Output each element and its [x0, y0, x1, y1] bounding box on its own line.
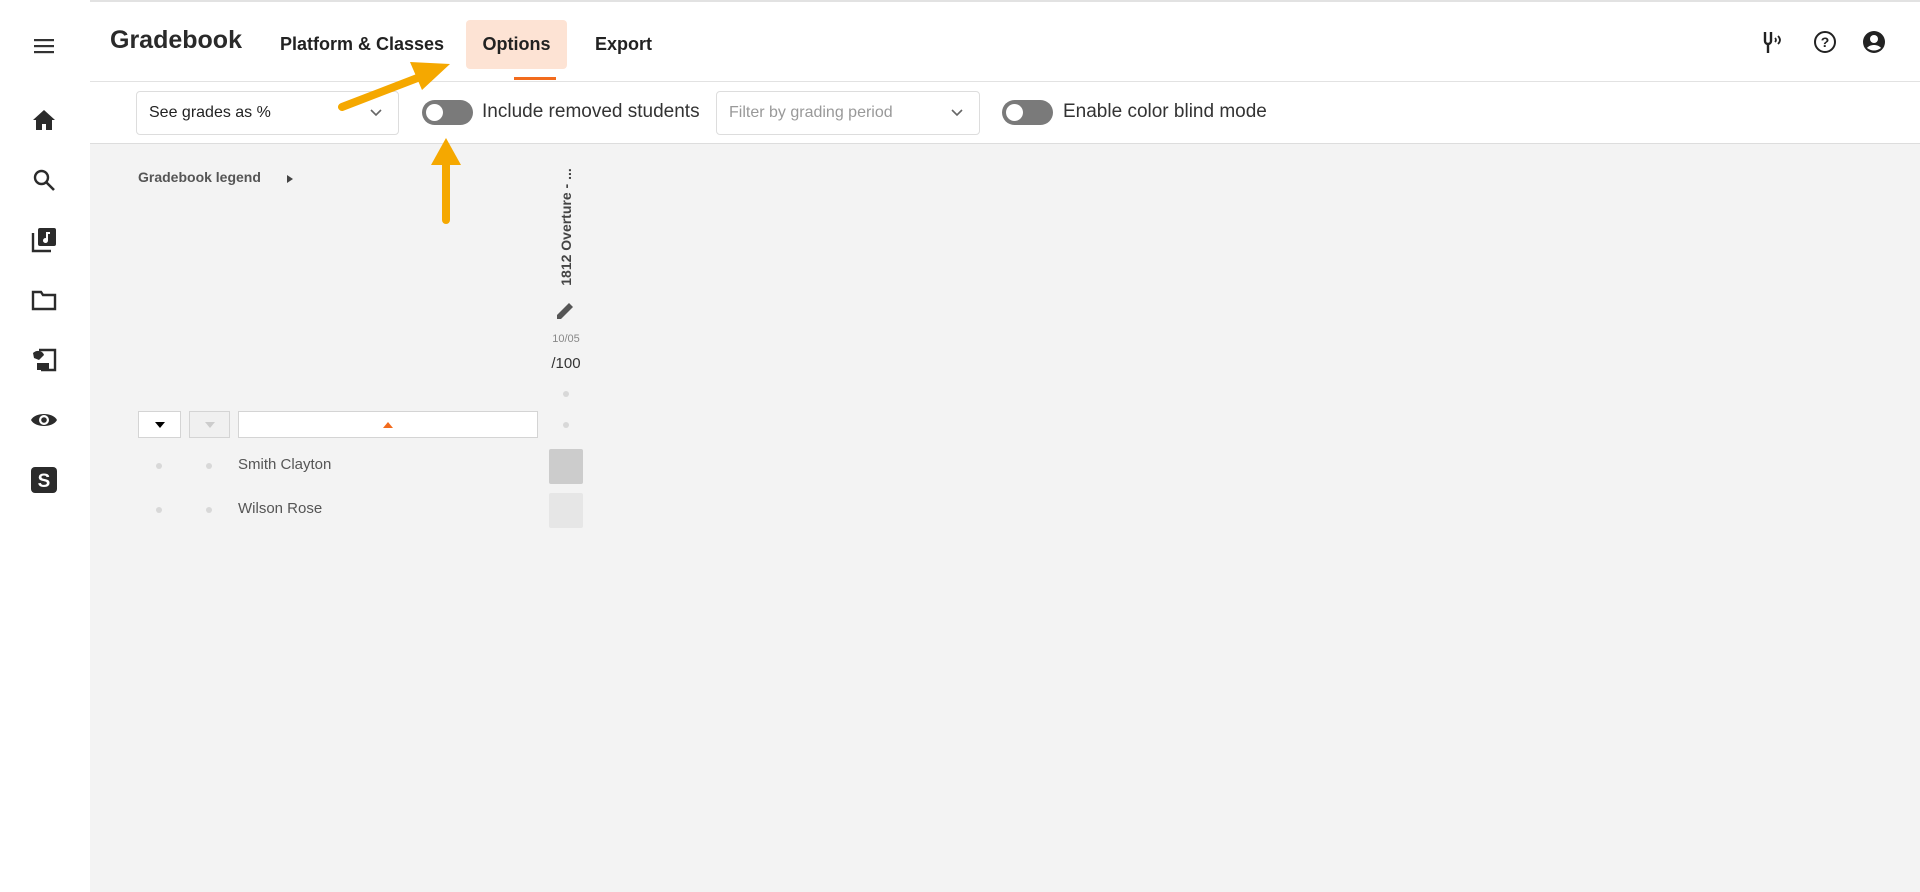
active-tab-indicator	[514, 77, 556, 80]
name-sort-button[interactable]	[238, 411, 538, 438]
annotation-arrow-up	[431, 138, 461, 224]
chevron-down-icon	[951, 109, 963, 117]
tab-options[interactable]: Options	[466, 20, 567, 69]
row-dot	[156, 507, 162, 513]
caret-right-icon[interactable]	[286, 174, 294, 184]
sort-dropdown-2[interactable]	[189, 411, 230, 438]
music-library-icon[interactable]	[30, 226, 58, 254]
row-dot	[206, 463, 212, 469]
tab-export[interactable]: Export	[577, 20, 670, 69]
menu-icon[interactable]	[30, 32, 58, 60]
color-blind-toggle[interactable]	[1002, 100, 1053, 125]
placeholder-dot	[563, 391, 569, 397]
search-icon[interactable]	[30, 166, 58, 194]
student-name[interactable]: Wilson Rose	[238, 500, 322, 517]
page-title: Gradebook	[110, 26, 242, 54]
gradebook-legend[interactable]: Gradebook legend	[138, 169, 261, 185]
help-icon[interactable]: ?	[1811, 28, 1839, 56]
assignment-icon[interactable]	[30, 346, 58, 374]
color-blind-label: Enable color blind mode	[1063, 101, 1267, 122]
assignment-points: /100	[551, 355, 581, 372]
s-logo-icon[interactable]: S	[30, 466, 58, 494]
sort-dropdown-1[interactable]	[138, 411, 181, 438]
assignment-date: 10/05	[552, 333, 580, 345]
sort-ascending-icon	[383, 421, 393, 428]
tuning-fork-icon[interactable]	[1758, 28, 1786, 56]
include-removed-label: Include removed students	[482, 101, 700, 122]
student-name[interactable]: Smith Clayton	[238, 456, 331, 473]
eye-icon[interactable]	[30, 406, 58, 434]
include-removed-toggle[interactable]	[422, 100, 473, 125]
chevron-down-icon	[370, 109, 382, 117]
row-dot	[156, 463, 162, 469]
grading-period-placeholder: Filter by grading period	[729, 104, 893, 121]
grade-view-value: See grades as %	[149, 104, 271, 121]
row-dot	[206, 507, 212, 513]
svg-text:?: ?	[1821, 34, 1830, 50]
grade-view-select[interactable]: See grades as %	[136, 91, 399, 135]
svg-text:S: S	[38, 471, 51, 492]
assignment-title[interactable]: 1812 Overture - ...	[556, 165, 576, 289]
home-icon[interactable]	[30, 106, 58, 134]
tab-platform-classes[interactable]: Platform & Classes	[262, 20, 462, 69]
edit-icon[interactable]	[554, 300, 576, 322]
folder-icon[interactable]	[30, 286, 58, 314]
placeholder-dot	[563, 422, 569, 428]
grading-period-select[interactable]: Filter by grading period	[716, 91, 980, 135]
sidebar: S	[0, 0, 90, 892]
grade-cell[interactable]	[549, 493, 583, 528]
account-icon[interactable]	[1860, 28, 1888, 56]
grade-cell[interactable]	[549, 449, 583, 484]
